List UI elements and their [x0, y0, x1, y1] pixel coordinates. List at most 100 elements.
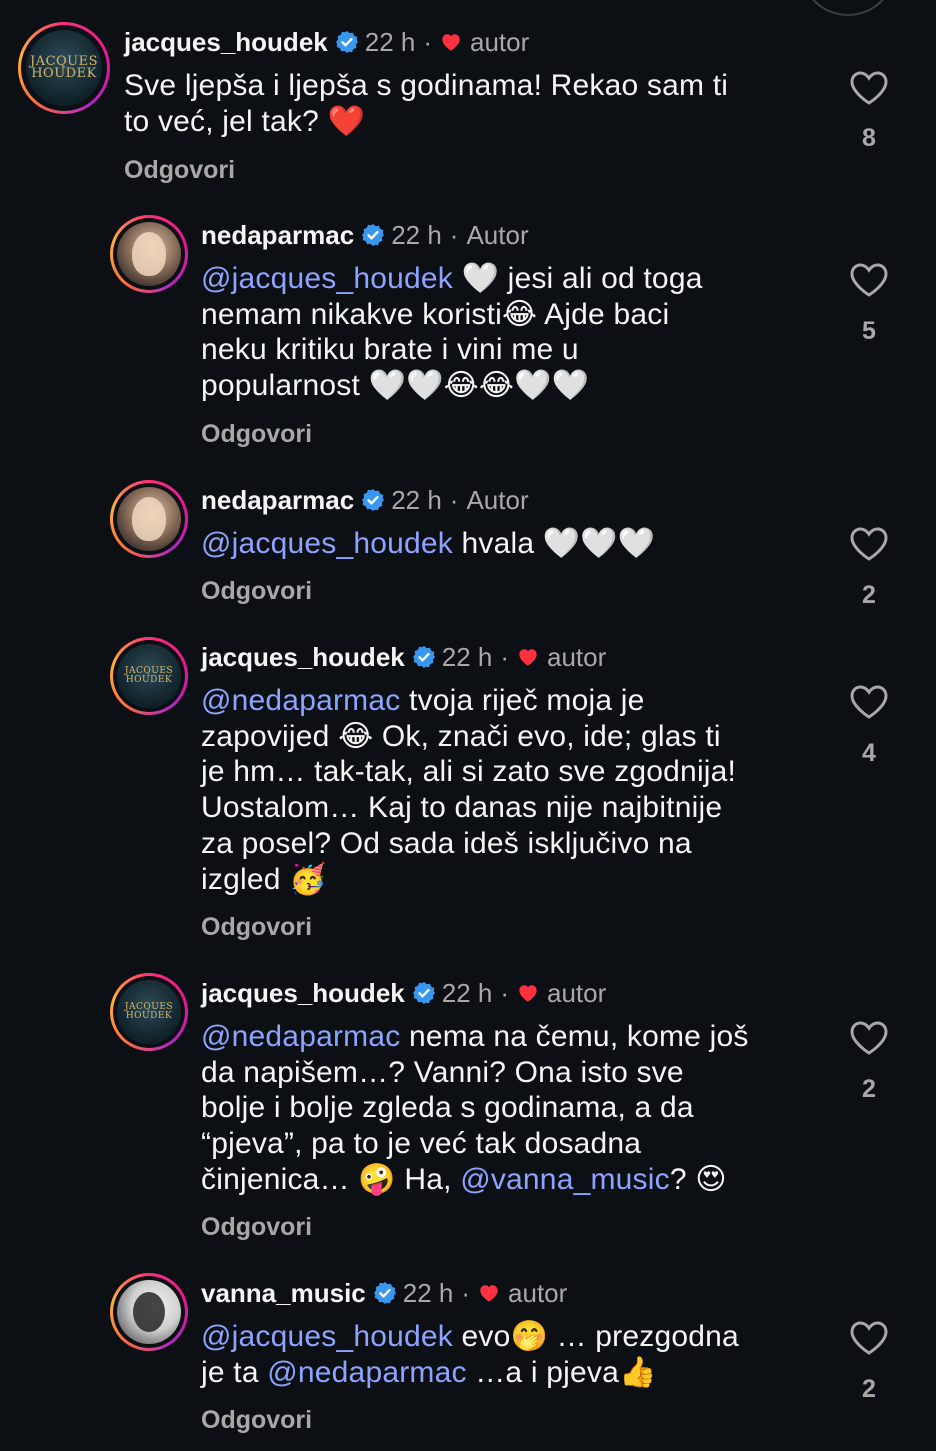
comment-line: za posel? Od sada ideš isključivo na — [201, 826, 692, 860]
verified-badge-icon — [412, 982, 435, 1004]
like-count: 2 — [862, 1375, 876, 1403]
separator-dot: · — [449, 220, 459, 250]
username[interactable]: nedaparmac — [201, 484, 354, 516]
verified-badge-icon — [362, 489, 385, 511]
mention-link[interactable]: @jacques_houdek — [201, 262, 453, 295]
separator-dot: · — [500, 978, 510, 1008]
separator-dot: · — [423, 27, 433, 57]
comment-line: “pjeva”, pa to je već tak dosadna — [201, 1127, 642, 1161]
timestamp: 22 h — [441, 642, 493, 672]
comment-line: popularnost 🤍🤍😂😂🤍🤍 — [201, 369, 590, 403]
reply-button[interactable]: Odgovori — [201, 577, 312, 606]
username[interactable]: jacques_houdek — [124, 26, 328, 58]
comment-line: je hm… tak-tak, ali si zato sve zgodnija… — [201, 755, 737, 789]
mention-link[interactable]: @nedaparmac — [201, 684, 400, 717]
comment-text: @nedaparmac tvoja riječ moja je zapovije… — [201, 683, 801, 897]
mention-link[interactable]: @nedaparmac — [201, 1020, 400, 1053]
comment-text: @jacques_houdek 🤍 jesi ali od toga nemam… — [201, 261, 801, 404]
author-label: autor — [508, 1278, 568, 1308]
timestamp: 22 h — [364, 27, 416, 57]
timestamp: 22 h — [441, 978, 493, 1008]
reply-button[interactable]: Odgovori — [201, 1213, 312, 1242]
mention-link[interactable]: @jacques_houdek — [201, 1320, 453, 1353]
like-count: 2 — [862, 581, 876, 609]
comment-line: izgled 🥳 — [201, 862, 327, 896]
reply-button[interactable]: Odgovori — [201, 1406, 312, 1435]
separator-dot: · — [461, 1278, 471, 1308]
reply-button[interactable]: Odgovori — [201, 420, 312, 449]
comment-line: …a i pjeva👍 — [466, 1355, 657, 1389]
comment-line: ? 😍 — [669, 1162, 727, 1196]
comment-line: nemam nikakve koristi😂 Ajde baci — [201, 297, 670, 331]
comment-text: Sve ljepša i ljepša s godinama! Rekao sa… — [124, 68, 804, 139]
comment-text: @jacques_houdek hvala 🤍🤍🤍 — [201, 526, 801, 562]
avatar-face — [133, 1292, 165, 1332]
comment-line: Uostalom… Kaj to danas nije najbitnije — [201, 791, 723, 825]
comment-line: evo🤭 … prezgodna — [452, 1320, 739, 1353]
comment-line: činjenica… 🤪 Ha, — [201, 1162, 461, 1196]
avatar-logo: JACQUES HOUDEK — [29, 54, 99, 81]
reply-button[interactable]: Odgovori — [201, 913, 312, 942]
avatar[interactable]: JACQUES HOUDEK — [18, 22, 110, 114]
like-heart-icon[interactable] — [849, 70, 889, 106]
verified-badge-icon — [335, 31, 358, 53]
username[interactable]: vanna_music — [201, 1277, 366, 1309]
comment-line: da napišem…? Vanni? Ona isto sve — [201, 1055, 684, 1089]
verified-badge-icon — [362, 224, 385, 246]
author-liked-heart-icon — [480, 1285, 498, 1302]
timestamp: 22 h — [402, 1278, 454, 1308]
avatar-logo: JACQUES HOUDEK — [124, 666, 174, 685]
timestamp: 22 h — [391, 485, 442, 515]
username[interactable]: jacques_houdek — [201, 977, 405, 1009]
comment-line: hvala 🤍🤍🤍 — [452, 527, 656, 560]
comment-header: jacques_houdek 22 h · autor — [124, 26, 529, 58]
separator-dot: · — [500, 642, 510, 672]
comment-line: 🤍 jesi ali od toga — [452, 262, 703, 295]
timestamp: 22 h — [391, 220, 442, 250]
comment-text: @jacques_houdek evo🤭 … prezgodna je ta @… — [201, 1319, 801, 1390]
author-label: autor — [547, 642, 607, 672]
comment-line: zapovijed 😂 Ok, znači evo, ide; glas ti — [201, 719, 721, 753]
mention-link[interactable]: @vanna_music — [460, 1163, 670, 1196]
like-count: 5 — [862, 317, 876, 345]
avatar-logo: JACQUES HOUDEK — [124, 1002, 174, 1021]
avatar[interactable] — [110, 480, 188, 558]
like-count: 4 — [862, 739, 876, 767]
verified-badge-icon — [412, 646, 435, 668]
like-heart-icon[interactable] — [849, 1020, 889, 1056]
like-count: 8 — [862, 124, 876, 152]
author-label: autor — [470, 27, 530, 57]
verified-badge-icon — [373, 1282, 396, 1304]
comment-header: vanna_music 22 h · autor — [201, 1277, 567, 1309]
like-heart-icon[interactable] — [849, 262, 889, 298]
avatar[interactable] — [110, 1273, 188, 1351]
like-count: 2 — [862, 1075, 876, 1103]
author-label: Autor — [466, 220, 529, 250]
comment-line: bolje i bolje zgleda s godinama, a da — [201, 1091, 694, 1125]
comment-text: @nedaparmac nema na čemu, kome još da na… — [201, 1019, 801, 1198]
comment-line: to već, jel tak? ❤️ — [124, 104, 366, 138]
comment-line: je ta — [201, 1355, 268, 1389]
avatar[interactable]: JACQUES HOUDEK — [110, 637, 188, 715]
avatar-face — [132, 232, 166, 276]
avatar[interactable]: JACQUES HOUDEK — [110, 973, 188, 1051]
like-heart-icon[interactable] — [849, 526, 889, 562]
username[interactable]: nedaparmac — [201, 219, 354, 251]
author-label: Autor — [466, 485, 529, 515]
comment-header: nedaparmac 22 h · Autor — [201, 484, 529, 516]
mention-link[interactable]: @jacques_houdek — [201, 527, 453, 560]
avatar[interactable] — [110, 215, 188, 293]
comment-header: jacques_houdek 22 h · autor — [201, 977, 606, 1009]
avatar-face — [132, 497, 166, 541]
comment-line: nema na čemu, kome još — [400, 1020, 749, 1053]
comment-line: tvoja riječ moja je — [400, 684, 645, 717]
author-liked-heart-icon — [519, 985, 537, 1002]
username[interactable]: jacques_houdek — [201, 641, 405, 673]
reply-button[interactable]: Odgovori — [124, 156, 235, 185]
comment-line: Sve ljepša i ljepša s godinama! Rekao sa… — [124, 69, 729, 102]
comment-header: nedaparmac 22 h · Autor — [201, 219, 529, 251]
comment-header: jacques_houdek 22 h · autor — [201, 641, 606, 673]
mention-link[interactable]: @nedaparmac — [267, 1356, 466, 1389]
like-heart-icon[interactable] — [849, 1320, 889, 1356]
like-heart-icon[interactable] — [849, 684, 889, 720]
